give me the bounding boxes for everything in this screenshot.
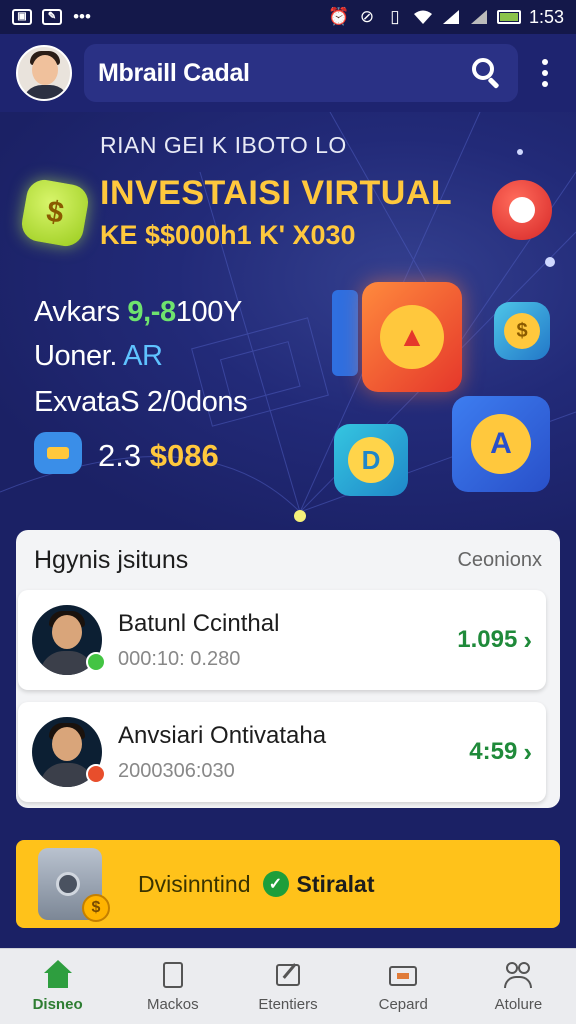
cube-icon — [332, 290, 358, 376]
home-icon — [42, 960, 74, 990]
value-text: 4:59 — [469, 738, 518, 765]
item-meta: 2000306:030 — [118, 759, 235, 782]
alert-badge-icon[interactable] — [492, 180, 552, 240]
value-text: 1.095 — [457, 626, 518, 653]
chevron-right-icon: › — [523, 624, 532, 655]
stat-suffix: 100Y — [175, 296, 243, 328]
nav-label: Mackos — [146, 996, 199, 1013]
hero-title: INVESTAISI VIRTUAL — [100, 174, 453, 212]
edit-icon: ✎ — [42, 8, 62, 26]
gallery-icon: ▣ — [12, 8, 32, 26]
signal-icon — [441, 8, 461, 26]
nav-item-edit[interactable]: Etentiers — [230, 949, 345, 1024]
stat-row-3: ExvataS 2/0dons — [34, 386, 248, 418]
nav-label: Cepard — [378, 996, 428, 1013]
balance-amount: 2.3 $086 — [98, 438, 219, 474]
amount-prefix: 2.3 — [98, 438, 142, 473]
header-bar: Mbraill Cadal — [84, 44, 518, 102]
wifi-icon — [413, 8, 433, 26]
stat-row-2: Uoner. AR — [34, 340, 163, 373]
status-badge — [86, 764, 106, 784]
page-title: Mbraill Cadal — [98, 58, 250, 87]
status-badge — [86, 652, 106, 672]
hero-banner: RIAN GEI K IBOTO LO INVESTAISI VIRTUAL K… — [0, 112, 576, 530]
banner-cta[interactable]: Stiralat — [297, 871, 375, 898]
nav-item-documents[interactable]: Mackos — [115, 949, 230, 1024]
nav-label: Disneo — [32, 996, 83, 1013]
hero-kicker: RIAN GEI K IBOTO LO — [100, 132, 347, 158]
section-title: Hgynis jsituns — [34, 545, 189, 574]
item-value: 4:59 › — [469, 737, 532, 768]
status-bar: ▣ ✎ ••• ⏰ ⊘ ▯ 1:53 — [0, 0, 576, 34]
safe-icon: $ — [38, 848, 110, 922]
vibrate-icon: ▯ — [390, 7, 400, 26]
hero-subtitle: KE $$000h1 K' X030 — [100, 220, 356, 250]
stat-row-1: Avkars 9,-8100Y — [34, 296, 242, 329]
promo-banner[interactable]: $ Dvisinntind ✓ Stiralat — [16, 840, 560, 928]
item-meta: 000:10: 0.280 — [118, 647, 241, 670]
dollar-coin-icon: $ — [19, 177, 91, 249]
check-icon: ✓ — [262, 871, 289, 897]
stat-label: Avkars — [34, 296, 120, 328]
see-all-link[interactable]: Ceonionx — [457, 549, 542, 572]
nav-item-card[interactable]: Cepard — [346, 949, 461, 1024]
arrow-app-icon[interactable]: A — [452, 396, 550, 492]
chevron-right-icon: › — [523, 736, 532, 767]
item-name: Anvsiari Ontivataha — [118, 721, 327, 749]
battery-icon — [496, 10, 521, 24]
recent-section: Hgynis jsituns Ceonionx Batunl Ccinthal … — [16, 530, 560, 808]
list-item[interactable]: Batunl Ccinthal 000:10: 0.280 1.095 › — [18, 590, 546, 690]
card-icon — [387, 960, 419, 990]
more-dots-icon: ••• — [73, 7, 91, 26]
nav-label: Etentiers — [258, 996, 318, 1013]
stat-value: AR — [123, 340, 163, 372]
bottom-nav: Disneo Mackos Etentiers Cepard Atolure — [0, 948, 576, 1024]
avatar[interactable] — [16, 45, 72, 101]
people-icon — [502, 960, 534, 990]
more-options-icon[interactable] — [530, 55, 560, 91]
nav-item-people[interactable]: Atolure — [461, 949, 576, 1024]
investment-app-icon[interactable]: ▲ — [362, 282, 462, 392]
app-header: Mbraill Cadal — [0, 34, 576, 134]
list-item[interactable]: Anvsiari Ontivataha 2000306:030 4:59 › — [18, 702, 546, 802]
wallet-icon — [34, 432, 82, 474]
banner-text: Dvisinntind — [138, 870, 251, 897]
d-coin-app-icon[interactable]: D — [334, 424, 408, 496]
coin-app-icon[interactable]: $ — [494, 302, 550, 360]
edit-icon — [272, 960, 304, 990]
nav-item-home[interactable]: Disneo — [0, 949, 115, 1024]
item-name: Batunl Ccinthal — [118, 609, 280, 637]
dnd-icon: ⊘ — [359, 7, 375, 26]
signal-icon — [469, 8, 489, 26]
nav-label: Atolure — [494, 996, 543, 1013]
document-icon — [157, 960, 189, 990]
status-time: 1:53 — [528, 6, 564, 27]
item-value: 1.095 › — [457, 625, 532, 656]
amount-value: $086 — [149, 438, 219, 473]
alarm-icon: ⏰ — [328, 7, 350, 26]
search-icon[interactable] — [468, 55, 504, 91]
stat-value: 9,-8 — [127, 296, 176, 328]
stat-label: Uoner. — [34, 340, 118, 372]
